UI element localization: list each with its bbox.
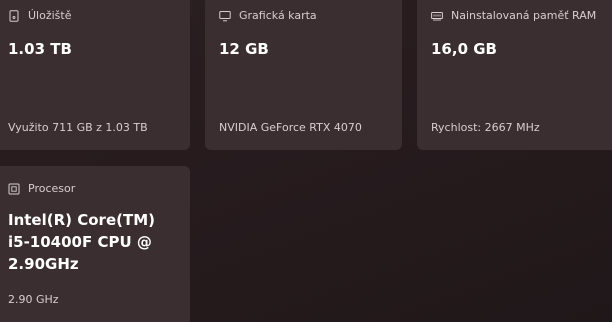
storage-value: 1.03 TB [8,40,72,58]
ram-header: Nainstalovaná paměť RAM [431,9,596,22]
memory-icon [431,10,443,22]
gpu-label: Grafická karta [239,9,317,22]
cpu-label: Procesor [28,182,76,195]
storage-card: Úložiště 1.03 TB Využito 711 GB z 1.03 T… [0,0,190,150]
cpu-header: Procesor [8,182,75,195]
cpu-value-line: i5-10400F CPU @ [8,233,152,251]
gpu-header: Grafická karta [219,9,317,22]
ram-value: 16,0 GB [431,40,497,58]
ram-label: Nainstalovaná paměť RAM [451,9,597,22]
cpu-value-line: Intel(R) Core(TM) [8,211,155,229]
ram-detail: Rychlost: 2667 MHz [431,121,540,134]
gpu-value: 12 GB [219,40,269,58]
cpu-value: Intel(R) Core(TM) i5-10400F CPU @ 2.90GH… [8,209,158,275]
cpu-detail: 2.90 GHz [8,293,59,306]
ram-card: Nainstalovaná paměť RAM 16,0 GB Rychlost… [417,0,612,150]
display-icon [219,10,231,22]
storage-detail: Využito 711 GB z 1.03 TB [8,121,148,134]
cpu-value-line: 2.90GHz [8,255,79,273]
gpu-detail: NVIDIA GeForce RTX 4070 [219,121,362,134]
storage-label: Úložiště [28,9,72,22]
processor-icon [8,183,20,195]
gpu-card: Grafická karta 12 GB NVIDIA GeForce RTX … [205,0,402,150]
storage-icon [8,9,20,22]
storage-header: Úložiště [8,9,71,22]
cpu-card: Procesor Intel(R) Core(TM) i5-10400F CPU… [0,166,190,322]
